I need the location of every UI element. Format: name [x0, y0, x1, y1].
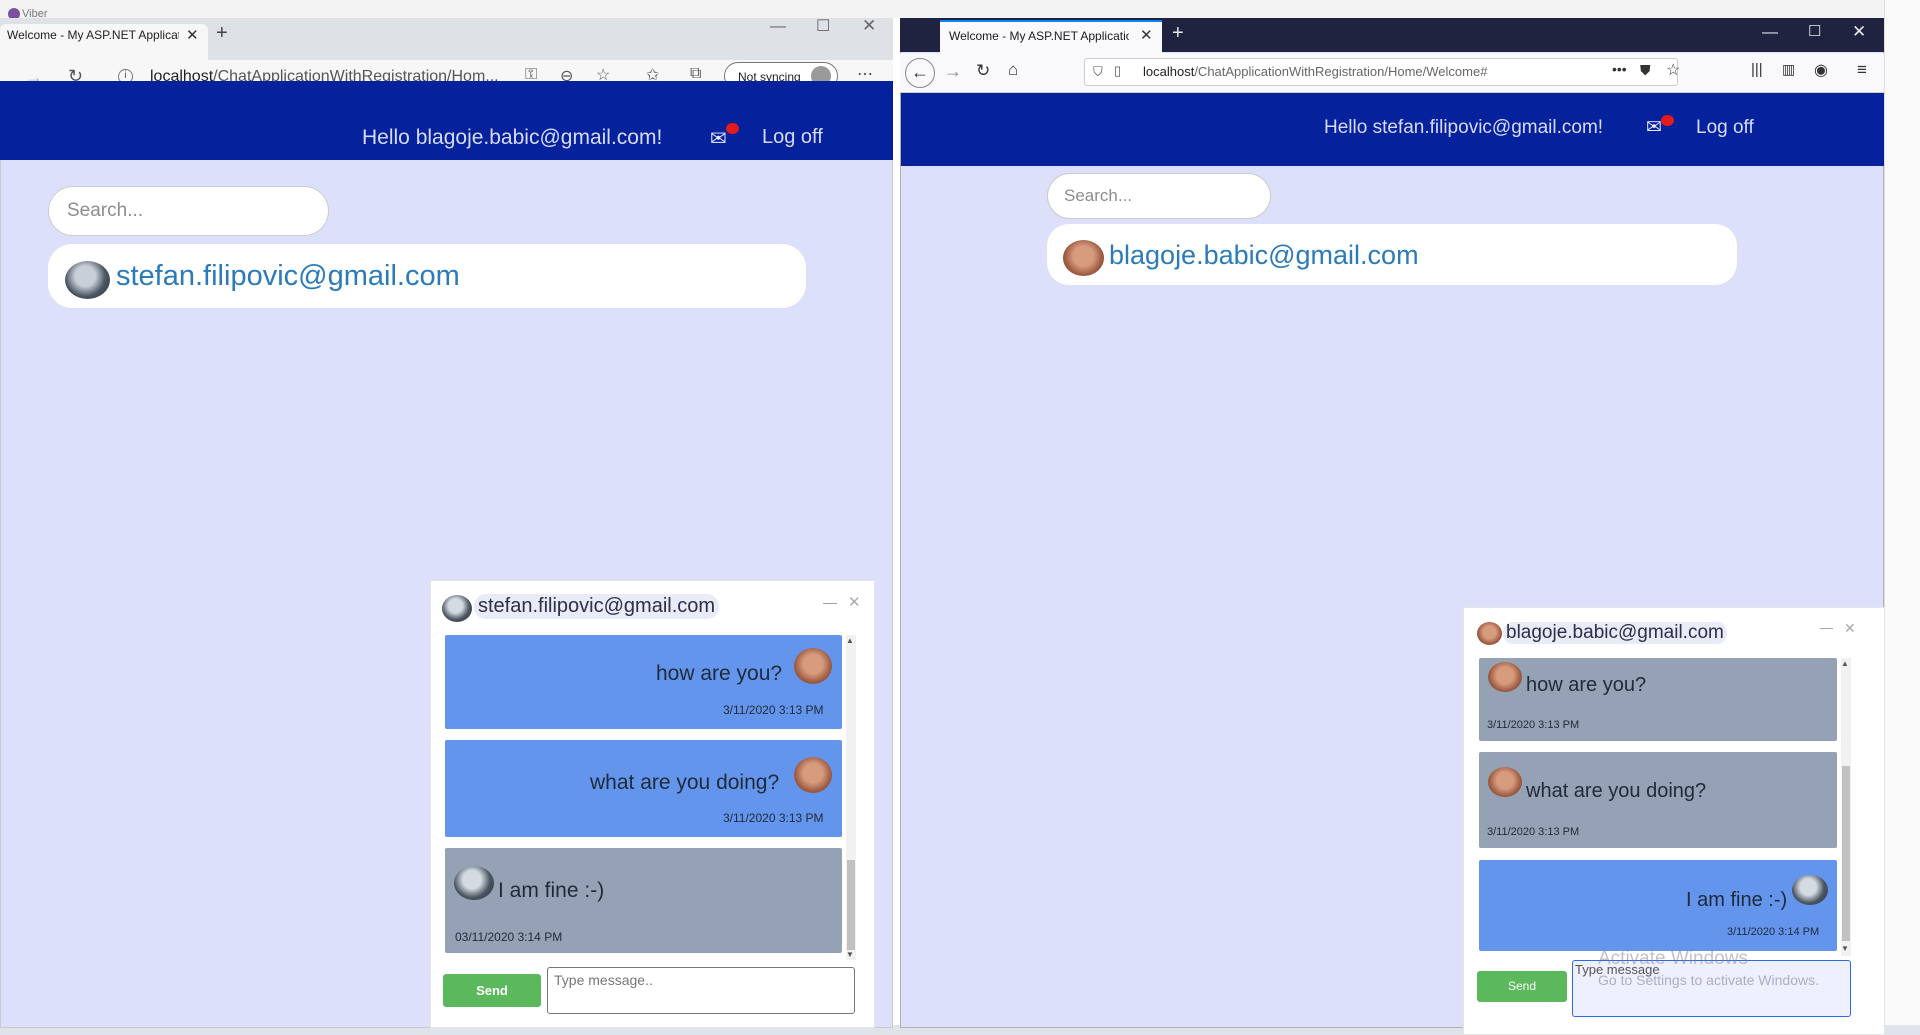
notification-dot: [1661, 115, 1674, 126]
shield-icon[interactable]: ⛉: [1093, 64, 1103, 80]
star-icon[interactable]: ☆: [1666, 60, 1680, 80]
pocket-icon[interactable]: ⛊: [1640, 62, 1651, 79]
new-tab-icon[interactable]: +: [216, 22, 228, 45]
scroll-up-icon[interactable]: ▲: [1841, 659, 1849, 668]
message-time: 3/11/2020 3:13 PM: [1487, 719, 1580, 731]
close-icon[interactable]: ✕: [186, 26, 199, 44]
chat-title: blagoje.babic@gmail.com: [1503, 622, 1727, 644]
chat-title: stefan.filipovic@gmail.com: [474, 594, 720, 619]
firefox-tab-title: Welcome - My ASP.NET Applicatio: [949, 29, 1129, 43]
window-close-icon[interactable]: ✕: [862, 16, 876, 36]
avatar: [1792, 875, 1828, 905]
sidebar-icon[interactable]: ▥: [1782, 61, 1795, 78]
edge-tab-title: Welcome - My ASP.NET Applicati: [7, 28, 179, 42]
avatar: [794, 648, 832, 684]
avatar: [1488, 662, 1522, 692]
minimize-icon[interactable]: —: [1820, 620, 1833, 635]
menu-icon[interactable]: ≡: [1857, 60, 1867, 80]
search-input[interactable]: Search...: [48, 186, 329, 236]
maximize-icon[interactable]: ☐: [816, 16, 830, 36]
avatar: [442, 595, 472, 622]
library-icon[interactable]: |||: [1751, 61, 1763, 78]
scrollbar-thumb[interactable]: [1842, 766, 1850, 941]
minimize-icon[interactable]: —: [770, 18, 786, 36]
hello-text[interactable]: Hello blagoje.babic@gmail.com!: [362, 126, 662, 150]
notification-dot: [726, 123, 739, 134]
logoff-link[interactable]: Log off: [1696, 117, 1754, 139]
message-time: 03/11/2020 3:14 PM: [455, 930, 563, 944]
close-icon[interactable]: ✕: [1844, 620, 1856, 637]
avatar: [65, 261, 110, 299]
message-time: 3/11/2020 3:13 PM: [723, 703, 824, 717]
desktop-right-strip: [1884, 0, 1920, 1035]
avatar: [1063, 240, 1104, 276]
logoff-link[interactable]: Log off: [762, 126, 823, 149]
forward-icon[interactable]: →: [944, 61, 962, 82]
account-icon[interactable]: ◉: [1814, 60, 1828, 80]
page-actions-icon[interactable]: •••: [1612, 61, 1627, 77]
scroll-up-icon[interactable]: ▲: [846, 636, 854, 645]
message-text: what are you doing?: [1526, 780, 1707, 802]
message-text: how are you?: [1526, 674, 1647, 696]
desktop-titlebar: [0, 0, 1920, 18]
maximize-icon[interactable]: ☐: [1808, 22, 1821, 40]
scroll-down-icon[interactable]: ▼: [846, 950, 854, 959]
back-icon[interactable]: ←: [905, 58, 935, 88]
activation-watermark-subtitle: Go to Settings to activate Windows.: [1598, 972, 1819, 988]
hello-text[interactable]: Hello stefan.filipovic@gmail.com!: [1324, 117, 1603, 139]
message-text: how are you?: [656, 662, 783, 685]
window-close-icon[interactable]: ✕: [1852, 22, 1866, 42]
avatar: [454, 866, 494, 900]
contact-name[interactable]: stefan.filipovic@gmail.com: [116, 260, 460, 293]
url-text[interactable]: localhost/ChatApplicationWithRegistratio…: [1143, 64, 1487, 79]
message-time: 3/11/2020 3:13 PM: [723, 811, 824, 825]
message-text: what are you doing?: [590, 771, 780, 794]
minimize-icon[interactable]: —: [823, 594, 837, 610]
home-icon[interactable]: ⌂: [1008, 60, 1018, 80]
close-icon[interactable]: ✕: [848, 593, 861, 611]
message-text: I am fine :-): [498, 879, 605, 902]
send-button[interactable]: Send: [443, 974, 541, 1007]
contact-name[interactable]: blagoje.babic@gmail.com: [1109, 240, 1419, 271]
message-text: I am fine :-): [1686, 889, 1788, 911]
minimize-icon[interactable]: —: [1762, 24, 1778, 42]
scrollbar-thumb[interactable]: [847, 860, 855, 950]
search-input[interactable]: Search...: [1047, 173, 1271, 219]
close-icon[interactable]: ✕: [1140, 26, 1153, 44]
avatar: [1488, 767, 1522, 797]
message-input[interactable]: Type message..: [547, 967, 855, 1014]
mail-icon[interactable]: ✉: [1646, 116, 1662, 139]
avatar: [1477, 622, 1502, 645]
new-tab-icon[interactable]: +: [1172, 22, 1184, 45]
reload-icon[interactable]: ↻: [976, 61, 990, 81]
url-host: localhost: [1143, 64, 1195, 79]
url-path: /ChatApplicationWithRegistration/Home/We…: [1194, 64, 1488, 79]
scroll-down-icon[interactable]: ▼: [1841, 944, 1849, 953]
activation-watermark-title: Activate Windows: [1598, 948, 1748, 969]
message-time: 3/11/2020 3:13 PM: [1487, 826, 1580, 838]
mail-icon[interactable]: ✉: [710, 126, 727, 151]
message-time: 3/11/2020 3:14 PM: [1727, 926, 1820, 938]
send-button[interactable]: Send: [1477, 971, 1567, 1002]
page-icon[interactable]: ▯: [1114, 63, 1121, 79]
avatar: [794, 757, 832, 793]
